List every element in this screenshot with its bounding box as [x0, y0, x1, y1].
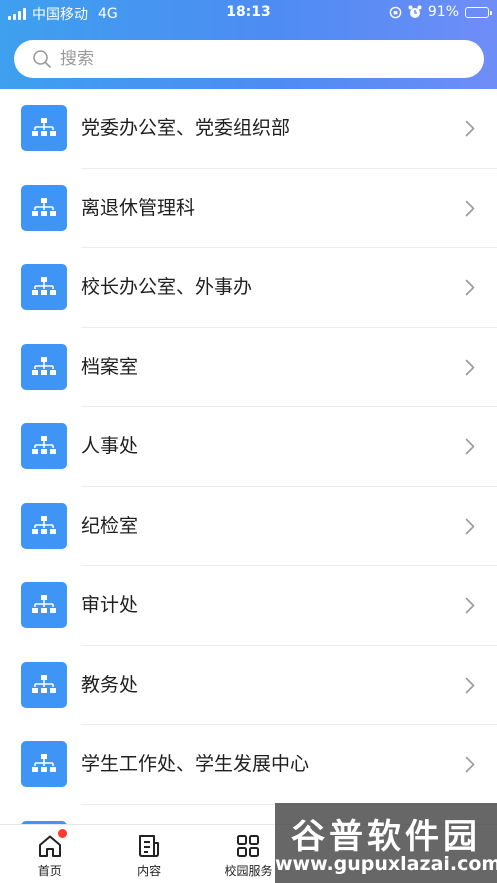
- tab-content-label: 内容: [137, 864, 162, 878]
- list-item-label: 学生工作处、学生发展中心: [81, 753, 310, 775]
- list-item[interactable]: 校长办公室、外事办: [0, 248, 497, 328]
- list-item[interactable]: 教务处: [0, 646, 497, 725]
- org-chart-icon: [21, 343, 67, 390]
- grid-icon: [237, 835, 260, 857]
- alarm-icon: [408, 5, 422, 18]
- chevron-right-icon: [465, 597, 475, 618]
- org-chart-icon: [21, 423, 67, 469]
- org-chart-icon: [21, 184, 67, 231]
- watermark-url: www.gupuxlazai.com: [275, 853, 497, 875]
- list-item[interactable]: 人事处: [0, 407, 497, 487]
- chevron-right-icon: [465, 438, 475, 459]
- tab-home-label: 首页: [37, 864, 62, 878]
- search-input[interactable]: [60, 49, 460, 69]
- status-bar: 中国移动 4G 18:13 91%: [0, 0, 497, 26]
- chevron-right-icon: [465, 677, 475, 698]
- list-item-label: 离退休管理科: [81, 196, 196, 219]
- list-item-label: 审计处: [81, 594, 139, 616]
- list-item[interactable]: 纪检室: [0, 487, 497, 566]
- search-icon: [33, 50, 51, 68]
- chevron-right-icon: [465, 756, 475, 777]
- header: 中国移动 4G 18:13 91%: [0, 0, 497, 89]
- document-icon: [139, 835, 160, 857]
- list-item-label: 党委办公室、党委组织部: [81, 117, 291, 139]
- list-item[interactable]: 档案室: [0, 328, 497, 407]
- list-item-label: 人事处: [81, 435, 139, 457]
- tab-content[interactable]: 内容: [99, 825, 198, 883]
- org-chart-icon: [21, 741, 67, 787]
- department-list: 党委办公室、党委组织部 离退休管理科校长办公室、外事办 档案室人事处纪检室审计处教务…: [0, 89, 497, 824]
- search-bar[interactable]: [14, 40, 484, 78]
- chevron-right-icon: [465, 359, 475, 380]
- chevron-right-icon: [465, 120, 475, 141]
- watermark-title: 谷普软件园: [291, 817, 481, 857]
- org-chart-icon: [21, 582, 67, 628]
- list-item[interactable]: 党委办公室、党委组织部: [0, 89, 497, 169]
- org-chart-icon: [21, 264, 67, 310]
- list-item-label: 纪检室: [81, 514, 139, 537]
- orientation-lock-icon: [389, 6, 402, 18]
- chevron-right-icon: [465, 518, 475, 539]
- battery-icon: [465, 6, 492, 18]
- list-item-label: 校长办公室、外事办: [81, 276, 253, 298]
- tab-home[interactable]: 首页: [0, 825, 99, 883]
- chevron-right-icon: [465, 200, 475, 221]
- chevron-right-icon: [465, 279, 475, 300]
- list-item[interactable]: 学生工作处、学生发展中心: [0, 725, 497, 805]
- list-item-label: 教务处: [81, 673, 139, 696]
- org-chart-icon: [21, 661, 67, 708]
- battery-percent: 91%: [427, 4, 459, 20]
- notification-badge: [58, 829, 67, 838]
- list-item-label: 档案室: [81, 355, 139, 378]
- list-item[interactable]: 审计处: [0, 566, 497, 646]
- list-item[interactable]: 离退休管理科: [0, 169, 497, 248]
- org-chart-icon: [21, 502, 67, 549]
- org-chart-icon: [21, 105, 67, 151]
- watermark: 谷普软件园 www.gupuxlazai.com: [275, 803, 497, 883]
